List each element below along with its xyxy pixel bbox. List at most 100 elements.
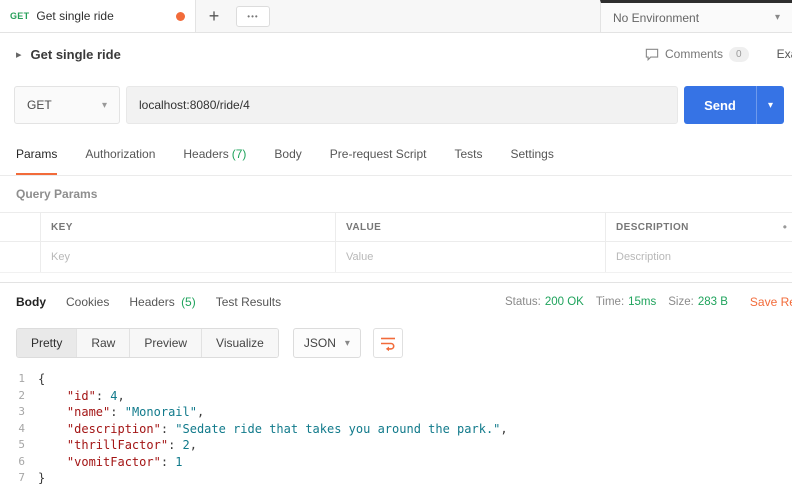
view-mode-visualize[interactable]: Visualize <box>202 329 278 357</box>
response-tab-cookies[interactable]: Cookies <box>66 295 109 309</box>
key-column-header: KEY <box>40 213 335 241</box>
view-mode-segmented-control: Pretty Raw Preview Visualize <box>16 328 279 358</box>
title-row-actions: Comments 0 Examples <box>645 33 792 75</box>
request-title-row: ▸ Get single ride Comments 0 Examples <box>0 33 792 75</box>
line-number: 1 <box>0 371 38 388</box>
tab-pre-request-script[interactable]: Pre-request Script <box>330 135 427 175</box>
method-label: GET <box>27 98 52 112</box>
send-button[interactable]: Send <box>684 86 756 124</box>
tab-label: Settings <box>511 147 554 161</box>
code-line: 4 "description": "Sedate ride that takes… <box>0 421 792 438</box>
view-mode-pretty[interactable]: Pretty <box>17 329 77 357</box>
tab-label: Params <box>16 147 57 161</box>
tab-options-button[interactable]: ••• <box>236 6 270 27</box>
line-number: 6 <box>0 454 38 471</box>
response-meta: Status: 200 OK Time: 15ms Size: 283 B Sa… <box>505 283 792 321</box>
tab-title: Get single ride <box>36 9 169 23</box>
time-label: Time: <box>596 296 624 308</box>
code-line: 7} <box>0 470 792 487</box>
code-line: 5 "thrillFactor": 2, <box>0 437 792 454</box>
chevron-down-icon: ▾ <box>102 100 107 111</box>
tab-label: Authorization <box>85 147 155 161</box>
new-tab-button[interactable]: + <box>196 0 232 32</box>
send-button-group: Send ▾ <box>684 86 784 124</box>
line-number: 4 <box>0 421 38 438</box>
description-column-header: DESCRIPTION <box>605 213 792 241</box>
examples-button[interactable]: Examples <box>777 47 792 61</box>
tab-label: Test Results <box>216 295 281 309</box>
tab-count: (5) <box>181 295 196 309</box>
checkbox-column <box>0 213 40 241</box>
value-input[interactable] <box>346 251 605 263</box>
tab-authorization[interactable]: Authorization <box>85 135 155 175</box>
description-input[interactable] <box>616 251 792 263</box>
request-url-row: GET ▾ Send ▾ <box>0 75 792 135</box>
time-value: 15ms <box>628 296 656 308</box>
value-cell <box>335 242 605 272</box>
view-mode-preview[interactable]: Preview <box>130 329 202 357</box>
code-line: 3 "name": "Monorail", <box>0 404 792 421</box>
query-params-label: Query Params <box>16 187 97 201</box>
tab-body[interactable]: Body <box>274 135 301 175</box>
response-code[interactable]: 1{2 "id": 4,3 "name": "Monorail",4 "desc… <box>0 365 792 487</box>
tab-label: Cookies <box>66 295 109 309</box>
tab-method-label: GET <box>10 11 29 21</box>
line-number: 7 <box>0 470 38 487</box>
tab-label: Headers <box>183 147 228 161</box>
status-value: 200 OK <box>545 296 584 308</box>
tab-count: (7) <box>232 147 247 161</box>
url-input[interactable] <box>126 86 678 124</box>
query-params-header: KEY VALUE DESCRIPTION • <box>0 212 792 242</box>
tab-label: Tests <box>454 147 482 161</box>
code-line: 1{ <box>0 371 792 388</box>
tab-label: Body <box>16 295 46 309</box>
description-cell <box>605 242 792 272</box>
code-line: 6 "vomitFactor": 1 <box>0 454 792 471</box>
tab-headers[interactable]: Headers (7) <box>183 135 246 175</box>
query-params-section: Query Params <box>0 176 792 212</box>
format-selector[interactable]: JSON ▾ <box>293 328 361 358</box>
request-title: Get single ride <box>31 47 121 62</box>
line-number: 5 <box>0 437 38 454</box>
query-params-row <box>0 242 792 273</box>
response-section: Body Cookies Headers (5) Test Results St… <box>0 282 792 487</box>
collapse-arrow-icon[interactable]: ▸ <box>16 48 22 61</box>
response-tab-body[interactable]: Body <box>16 295 46 309</box>
wrap-lines-button[interactable] <box>373 328 403 358</box>
tab-label: Headers <box>129 295 174 309</box>
format-label: JSON <box>304 336 336 350</box>
comments-count-badge: 0 <box>729 47 749 62</box>
response-tab-headers[interactable]: Headers (5) <box>129 295 195 309</box>
comments-button[interactable]: Comments <box>665 47 723 61</box>
key-cell <box>40 242 335 272</box>
value-column-header: VALUE <box>335 213 605 241</box>
wrap-lines-icon <box>380 336 396 351</box>
line-number: 3 <box>0 404 38 421</box>
line-number: 2 <box>0 388 38 405</box>
comment-icon <box>645 48 659 61</box>
method-selector[interactable]: GET ▾ <box>14 86 120 124</box>
save-response-button[interactable]: Save Response <box>750 295 792 309</box>
environment-selector[interactable]: No Environment ▾ <box>600 0 792 32</box>
response-header: Body Cookies Headers (5) Test Results St… <box>0 283 792 321</box>
send-options-button[interactable]: ▾ <box>756 86 784 124</box>
tab-bar: GET Get single ride + ••• No Environment… <box>0 0 792 33</box>
postman-window: GET Get single ride + ••• No Environment… <box>0 0 792 485</box>
code-line: 2 "id": 4, <box>0 388 792 405</box>
tab-params[interactable]: Params <box>16 135 57 175</box>
table-options-icon[interactable]: • <box>783 220 787 234</box>
chevron-down-icon: ▾ <box>775 12 780 23</box>
response-tab-test-results[interactable]: Test Results <box>216 295 281 309</box>
view-mode-raw[interactable]: Raw <box>77 329 130 357</box>
request-tab[interactable]: GET Get single ride <box>0 0 196 32</box>
size-label: Size: <box>668 296 694 308</box>
size-value: 283 B <box>698 296 728 308</box>
tab-settings[interactable]: Settings <box>511 135 554 175</box>
row-checkbox-cell <box>0 242 40 272</box>
key-input[interactable] <box>51 251 335 263</box>
tab-label: Body <box>274 147 301 161</box>
unsaved-indicator-dot <box>176 12 185 21</box>
tab-tests[interactable]: Tests <box>454 135 482 175</box>
chevron-down-icon: ▾ <box>345 338 350 349</box>
status-label: Status: <box>505 296 541 308</box>
